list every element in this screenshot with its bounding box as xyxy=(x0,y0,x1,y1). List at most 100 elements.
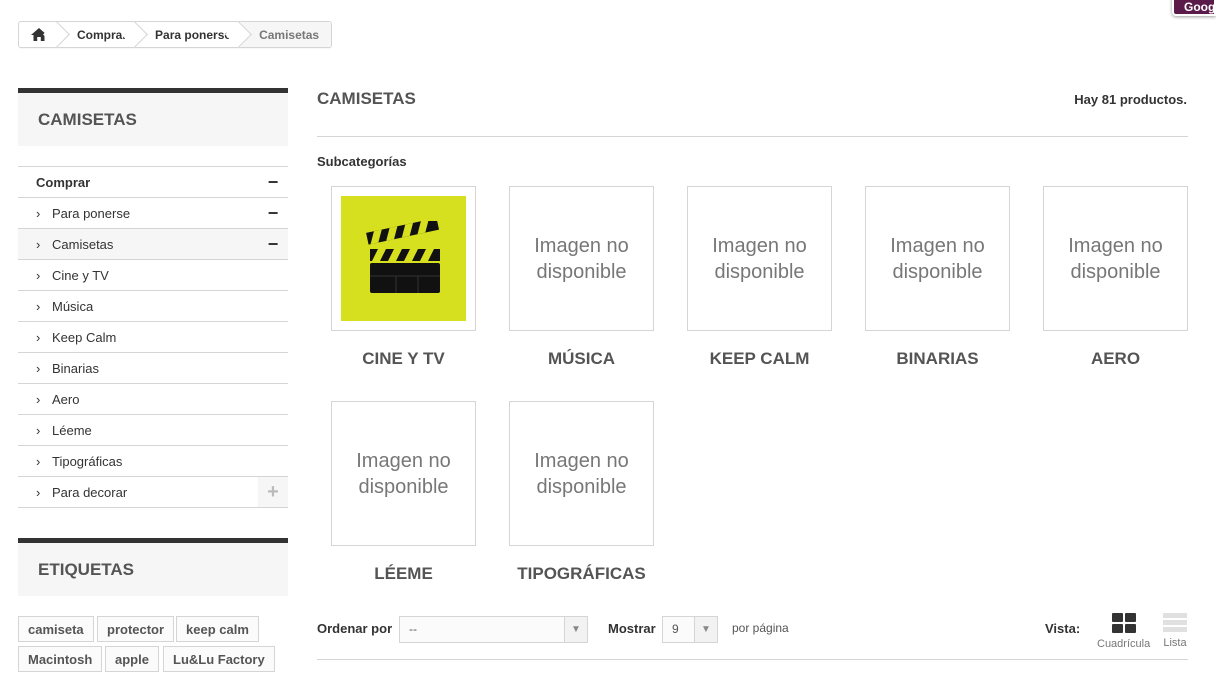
subcategory-card[interactable]: Imagen no disponible MÚSICA xyxy=(509,186,654,369)
list-view-icon xyxy=(1163,613,1187,632)
tree-item-label: Cine y TV xyxy=(52,267,109,283)
view-label: Vista: xyxy=(1045,621,1081,636)
tags-block-title: ETIQUETAS xyxy=(18,538,288,596)
tree-item-label: Tipográficas xyxy=(52,453,123,469)
subcategory-name[interactable]: MÚSICA xyxy=(509,349,654,369)
tag-link[interactable]: Lu&Lu Factory xyxy=(163,646,275,672)
subcategory-name[interactable]: CINE Y TV xyxy=(331,349,476,369)
chevron-right-icon: › xyxy=(36,298,41,314)
chevron-right-icon: › xyxy=(36,391,41,407)
tree-item-label: Para ponerse xyxy=(52,205,131,221)
tree-item-label: Camisetas xyxy=(52,236,114,252)
tree-item-label: Binarias xyxy=(52,360,99,376)
tree-item-tipograficas[interactable]: › Tipográficas xyxy=(18,446,288,477)
page-title: CAMISETAS xyxy=(317,89,416,108)
per-page-label: por página xyxy=(732,621,789,635)
grid-view-button[interactable]: Cuadrícula xyxy=(1097,613,1150,650)
chevron-right-icon: › xyxy=(36,453,41,469)
divider xyxy=(317,136,1188,137)
tree-item-leeme[interactable]: › Léeme xyxy=(18,415,288,446)
chevron-right-icon: › xyxy=(36,329,41,345)
chevron-right-icon: › xyxy=(36,205,41,221)
breadcrumb-label: Camisetas xyxy=(259,27,320,42)
list-view-button[interactable]: Lista xyxy=(1163,613,1187,649)
tree-item-keep-calm[interactable]: › Keep Calm xyxy=(18,322,288,353)
collapse-toggle[interactable]: − xyxy=(258,167,288,197)
subcategory-name[interactable]: BINARIAS xyxy=(865,349,1010,369)
chevron-down-icon: ▼ xyxy=(564,617,587,642)
tree-item-para-decorar[interactable]: › Para decorar + xyxy=(18,477,288,508)
subcategory-card[interactable]: Imagen no disponible BINARIAS xyxy=(865,186,1010,369)
tree-item-para-ponerse[interactable]: › Para ponerse − xyxy=(18,198,288,229)
tag-link[interactable]: protector xyxy=(97,616,175,642)
tree-item-label: Música xyxy=(52,298,94,314)
sort-select[interactable]: -- ▼ xyxy=(399,616,588,643)
subcategory-name[interactable]: KEEP CALM xyxy=(687,349,832,369)
expand-toggle[interactable]: + xyxy=(258,477,288,507)
list-view-label: Lista xyxy=(1163,637,1187,649)
google-tab[interactable]: Goog xyxy=(1172,0,1216,16)
tree-item-aero[interactable]: › Aero xyxy=(18,384,288,415)
sort-label: Ordenar por xyxy=(317,621,393,636)
show-label: Mostrar xyxy=(608,621,656,636)
grid-view-label: Cuadrícula xyxy=(1097,638,1151,650)
breadcrumb-item-current: Camisetas xyxy=(241,22,332,47)
tree-item-musica[interactable]: › Música xyxy=(18,291,288,322)
show-select[interactable]: 9 ▼ xyxy=(662,616,718,643)
tag-link[interactable]: Macintosh xyxy=(18,646,103,672)
no-image-text: Imagen no disponible xyxy=(890,234,985,283)
subcategory-card[interactable]: Imagen no disponible KEEP CALM xyxy=(687,186,832,369)
chevron-right-icon: › xyxy=(36,422,41,438)
breadcrumb: Comprar Para ponerse Camisetas xyxy=(18,21,333,48)
grid-view-icon xyxy=(1111,613,1136,633)
tag-link[interactable]: camiseta xyxy=(18,616,94,642)
subcategory-name[interactable]: LÉEME xyxy=(331,564,476,584)
breadcrumb-home[interactable] xyxy=(19,21,70,48)
subcategory-image[interactable]: Imagen no disponible xyxy=(687,186,832,331)
no-image-text: Imagen no disponible xyxy=(1068,234,1163,283)
subcategory-card[interactable]: Imagen no disponible TIPOGRÁFICAS xyxy=(509,401,654,584)
subcategory-name[interactable]: TIPOGRÁFICAS xyxy=(509,564,654,584)
subcategory-name[interactable]: AERO xyxy=(1043,349,1188,369)
collapse-toggle[interactable]: − xyxy=(258,229,288,259)
subcategory-image[interactable]: Imagen no disponible xyxy=(509,186,654,331)
divider xyxy=(317,659,1188,660)
breadcrumb-item-comprar[interactable]: Comprar xyxy=(59,21,148,48)
sort-bar: Ordenar por -- ▼ Mostrar 9 ▼ por página … xyxy=(317,613,1188,659)
no-image-text: Imagen no disponible xyxy=(534,234,629,283)
tree-item-camisetas[interactable]: › Camisetas − xyxy=(18,229,288,260)
subcategory-card[interactable]: Imagen no disponible LÉEME xyxy=(331,401,476,584)
tree-item-comprar[interactable]: Comprar − xyxy=(18,167,288,198)
breadcrumb-item-para-ponerse[interactable]: Para ponerse xyxy=(137,21,252,48)
chevron-right-icon: › xyxy=(36,236,41,252)
tag-link[interactable]: apple xyxy=(105,646,159,672)
subcategory-image[interactable] xyxy=(331,186,476,331)
chevron-right-icon: › xyxy=(36,267,41,283)
subcategory-image[interactable]: Imagen no disponible xyxy=(509,401,654,546)
category-tree: Comprar − › Para ponerse − › Camisetas −… xyxy=(18,166,288,508)
subcategory-image[interactable]: Imagen no disponible xyxy=(1043,186,1188,331)
subcategory-card[interactable]: CINE Y TV xyxy=(331,186,476,369)
show-select-value: 9 xyxy=(672,622,679,636)
no-image-text: Imagen no disponible xyxy=(712,234,807,283)
tree-item-label: Para decorar xyxy=(52,484,128,500)
tree-item-label: Léeme xyxy=(52,422,92,438)
tree-item-label: Comprar xyxy=(36,174,91,190)
chevron-right-icon: › xyxy=(36,484,41,500)
subcategory-card[interactable]: Imagen no disponible AERO xyxy=(1043,186,1188,369)
product-count: Hay 81 productos. xyxy=(1074,92,1187,107)
no-image-text: Imagen no disponible xyxy=(356,449,451,498)
collapse-toggle[interactable]: − xyxy=(258,198,288,228)
tree-item-cine-y-tv[interactable]: › Cine y TV xyxy=(18,260,288,291)
chevron-right-icon: › xyxy=(36,360,41,376)
subcategory-image[interactable]: Imagen no disponible xyxy=(865,186,1010,331)
tree-item-label: Keep Calm xyxy=(52,329,117,345)
subcategory-image[interactable]: Imagen no disponible xyxy=(331,401,476,546)
tag-link[interactable]: keep calm xyxy=(176,616,259,642)
tree-item-binarias[interactable]: › Binarias xyxy=(18,353,288,384)
no-image-text: Imagen no disponible xyxy=(534,449,629,498)
chevron-down-icon: ▼ xyxy=(694,617,717,642)
sort-select-value: -- xyxy=(409,622,417,636)
clapperboard-icon xyxy=(341,196,466,321)
category-block-title: CAMISETAS xyxy=(18,88,288,146)
